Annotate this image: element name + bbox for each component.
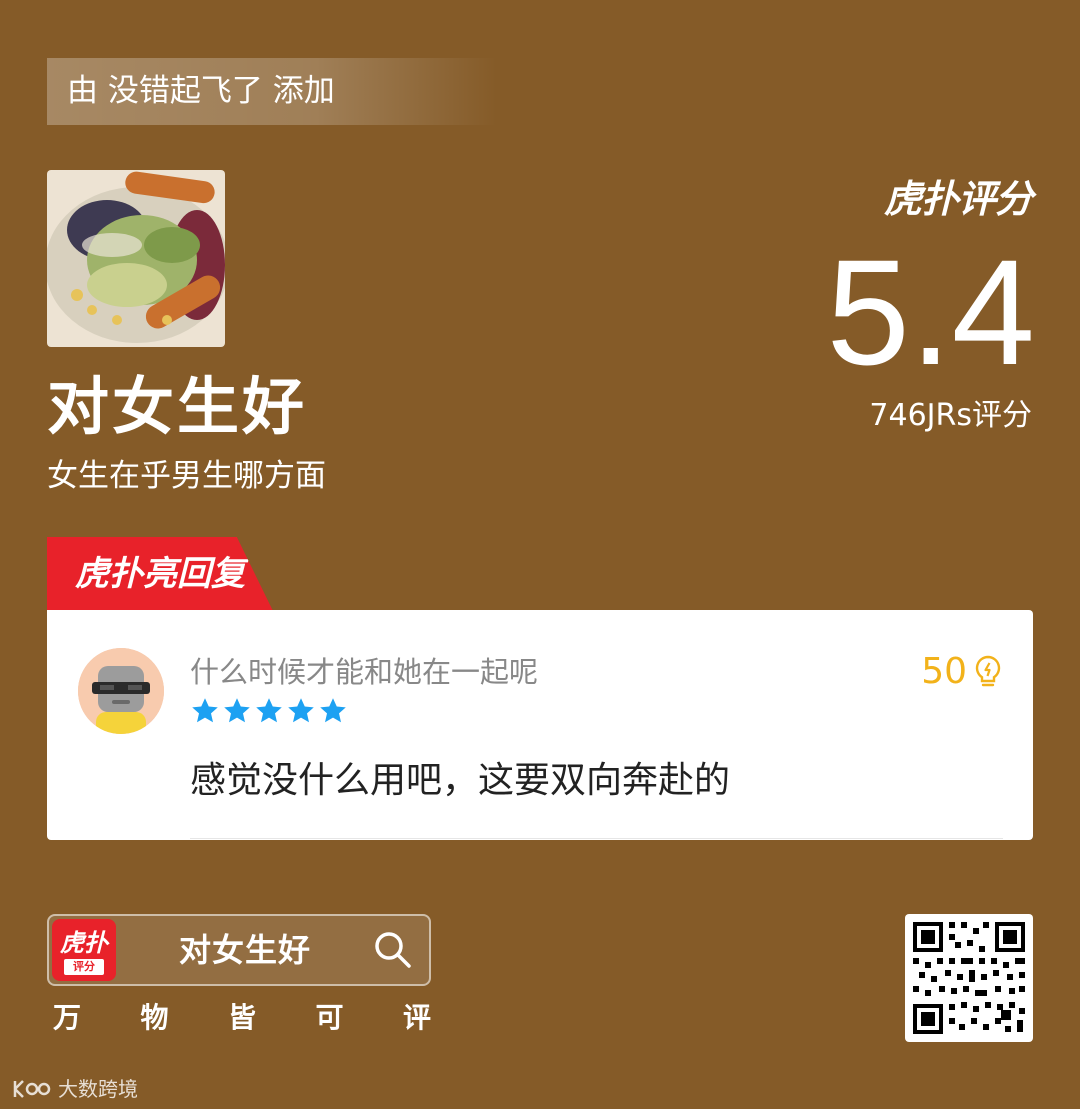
reply-comment: 感觉没什么用吧，这要双向奔赴的 <box>190 760 731 801</box>
search-bar[interactable]: 虎扑 评分 对女生好 <box>47 914 431 986</box>
star-rating <box>190 696 348 726</box>
star-icon <box>224 698 250 723</box>
star-icon <box>192 698 218 723</box>
search-query[interactable]: 对女生好 <box>179 916 311 984</box>
slogan: 万 物 皆 可 评 <box>53 998 431 1038</box>
rating-count: 746JRs评分 <box>869 398 1032 433</box>
avatar[interactable] <box>78 648 164 734</box>
rating-brand-logo: 虎扑评分 <box>883 177 1033 221</box>
hot-reply-tag: 虎扑亮回复 <box>47 537 273 611</box>
hupu-app-icon: 虎扑 评分 <box>52 919 116 981</box>
watermark-logo-icon <box>13 1080 51 1098</box>
watermark: 大数跨境 <box>12 1074 138 1104</box>
app-icon-sublabel: 评分 <box>64 959 104 975</box>
item-subtitle: 女生在乎男生哪方面 <box>47 458 326 494</box>
slogan-char: 皆 <box>227 1001 256 1034</box>
watermark-text: 大数跨境 <box>58 1077 138 1101</box>
rating-score: 5.4 <box>826 228 1035 396</box>
reply-username[interactable]: 什么时候才能和她在一起呢 <box>190 652 538 692</box>
like-count: 50 <box>921 651 967 692</box>
slogan-char: 万 <box>53 1001 82 1034</box>
star-icon <box>320 698 346 723</box>
hot-reply-card[interactable]: 什么时候才能和她在一起呢 50 感觉没什么用吧，这要双向奔赴的 <box>47 610 1033 840</box>
lightbulb-icon <box>975 655 1001 687</box>
star-icon <box>256 698 282 723</box>
search-icon[interactable] <box>373 930 413 970</box>
added-by-banner: 由 没错起飞了 添加 <box>47 58 497 125</box>
slogan-char: 物 <box>140 1001 169 1034</box>
qr-code[interactable] <box>905 914 1033 1042</box>
like-button[interactable]: 50 <box>921 650 1003 694</box>
slogan-char: 评 <box>402 1001 431 1034</box>
item-thumbnail <box>47 170 225 347</box>
star-icon <box>288 698 314 723</box>
item-title: 对女生好 <box>47 370 308 443</box>
app-icon-label: 虎扑 <box>60 929 108 957</box>
divider <box>190 838 1003 839</box>
slogan-char: 可 <box>315 1001 344 1034</box>
